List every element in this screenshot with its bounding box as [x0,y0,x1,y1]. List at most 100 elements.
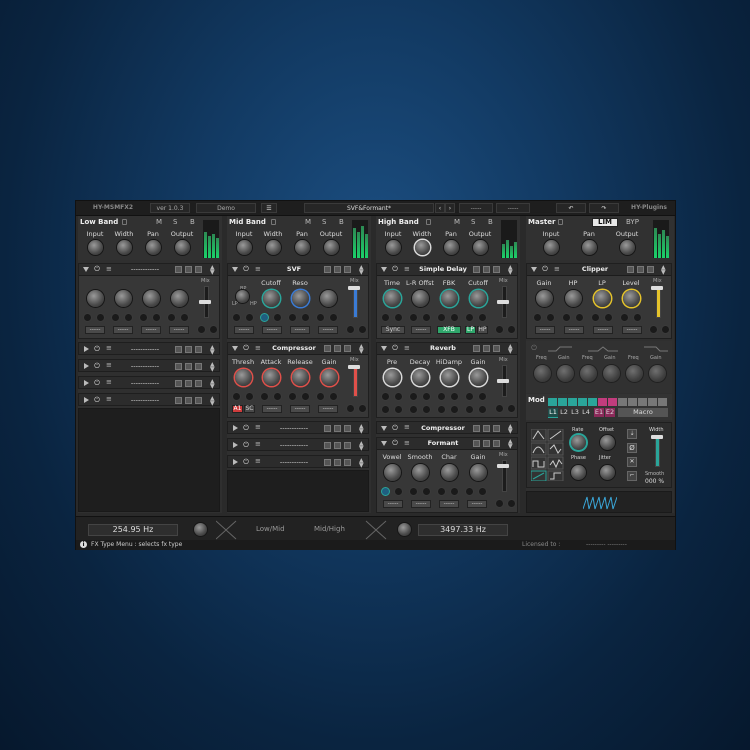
attack-knob[interactable] [263,369,280,386]
slot-button[interactable]: ----- [234,326,254,334]
mod-slot[interactable] [394,487,403,496]
collapse-icon[interactable] [232,346,238,351]
power-icon[interactable]: ⏻ [93,396,101,404]
param-knob[interactable] [143,290,160,307]
copy-icon[interactable] [483,345,490,352]
expand-icon[interactable] [233,442,238,448]
preset-next-button[interactable]: › [445,203,455,213]
hamburger-icon[interactable]: ≡ [554,266,560,273]
grid-icon[interactable] [324,345,331,352]
fx-type-menu[interactable]: ------------ [266,458,322,466]
mod-slot[interactable] [478,313,487,322]
mod-slot[interactable] [394,392,403,401]
mod-slot[interactable] [478,392,487,401]
move-arrows-icon[interactable]: ▲ ▼ [359,344,364,355]
hidamp-knob[interactable] [441,369,458,386]
cutoff-knob[interactable] [470,290,487,307]
phase-knob[interactable] [571,465,586,480]
hamburger-icon[interactable]: ≡ [404,345,410,352]
lock-icon[interactable] [426,219,431,225]
thresh-knob[interactable] [235,369,252,386]
move-arrows-icon[interactable]: ▲ ▼ [210,379,215,390]
bypass-button[interactable]: B [190,218,195,226]
mod-slot[interactable] [465,392,474,401]
move-arrows-icon[interactable]: ▲ ▼ [359,458,364,469]
mod-slot[interactable] [450,392,459,401]
master-output-knob[interactable] [620,240,635,255]
gain-knob[interactable] [470,369,487,386]
mod-slot[interactable] [245,392,254,401]
expand-icon[interactable] [233,425,238,431]
slot-button[interactable]: ----- [85,326,105,334]
mod-slot[interactable] [232,392,241,401]
mod-slot[interactable] [329,313,338,322]
hp-button[interactable]: HP [477,326,488,334]
mod-slot[interactable] [507,325,516,334]
mix-fader-handle[interactable] [497,300,509,304]
mod-cell[interactable] [648,398,657,406]
mod-slot[interactable] [232,313,241,322]
collapse-icon[interactable] [381,267,387,272]
power-icon[interactable]: ⏻ [93,379,101,387]
mod-slot[interactable] [507,404,516,413]
mod-slot[interactable] [394,313,403,322]
solo-button[interactable]: S [322,218,326,226]
copy-icon[interactable] [483,266,490,273]
move-arrows-icon[interactable]: ▲ ▼ [359,441,364,452]
slot-button[interactable]: ----- [318,405,338,413]
sidechain-button[interactable]: SC [244,405,255,413]
power-icon[interactable]: ⏻ [391,439,399,447]
grid-icon[interactable] [473,266,480,273]
slot-button[interactable]: ----- [593,326,613,334]
retrigger-button[interactable]: ⇣ [627,429,637,439]
mod-slot[interactable] [409,392,418,401]
mod-cell[interactable] [588,398,597,406]
move-arrows-icon[interactable]: ▲ ▼ [508,265,513,276]
power-icon[interactable]: ⏻ [242,458,250,466]
fx-slot-collapsed[interactable]: ⏻ ≡ ------------ ▲ ▼ [78,376,220,390]
grid-icon[interactable] [324,459,331,466]
mod-slot[interactable] [478,487,487,496]
ab-slot-b[interactable]: ----- [496,203,530,213]
paste-icon[interactable] [344,459,351,466]
copy-icon[interactable] [185,397,192,404]
mod-cell[interactable] [548,398,557,406]
move-arrows-icon[interactable]: ▲ ▼ [508,424,513,435]
fx-slot-collapsed[interactable]: ⏻ ≡ ------------ ▲ ▼ [227,438,369,452]
low-crossover-value[interactable]: 254.95 Hz [88,524,178,536]
fx-type-menu[interactable]: Simple Delay [415,265,471,273]
mod-slot[interactable] [245,313,254,322]
hamburger-icon[interactable]: ≡ [255,441,261,448]
mod-slot[interactable] [546,313,555,322]
slot-button[interactable]: ----- [411,500,431,508]
smooth-value[interactable]: 000 % [645,478,664,485]
grid-icon[interactable] [175,397,182,404]
slot-button[interactable]: ----- [141,326,161,334]
high-crossover-knob[interactable] [398,523,411,536]
lfo-shape-buttons[interactable] [531,429,565,481]
eq-freq-knob[interactable] [626,365,643,382]
mod-cell[interactable] [568,398,577,406]
mod-slot[interactable] [139,313,148,322]
offset-knob[interactable] [600,435,615,450]
undo-button[interactable]: ↶ [556,203,586,213]
paste-icon[interactable] [493,266,500,273]
power-icon[interactable]: ⏻ [242,265,250,273]
slot-button[interactable]: ----- [564,326,584,334]
mode-knob[interactable] [236,290,249,303]
feedback-knob[interactable] [441,290,458,307]
paste-icon[interactable] [344,442,351,449]
hamburger-icon[interactable]: ≡ [255,424,261,431]
copy-icon[interactable] [334,345,341,352]
solo-button[interactable]: S [173,218,177,226]
copy-icon[interactable] [483,440,490,447]
eq-freq-knob[interactable] [580,365,597,382]
release-knob[interactable] [292,369,309,386]
output-knob[interactable] [473,240,488,255]
mod-slot[interactable] [288,313,297,322]
fx-type-menu[interactable]: Reverb [415,344,471,352]
eq-gain-knob[interactable] [557,365,574,382]
move-arrows-icon[interactable]: ▲ ▼ [210,345,215,356]
collapse-icon[interactable] [232,267,238,272]
grid-icon[interactable] [175,266,182,273]
